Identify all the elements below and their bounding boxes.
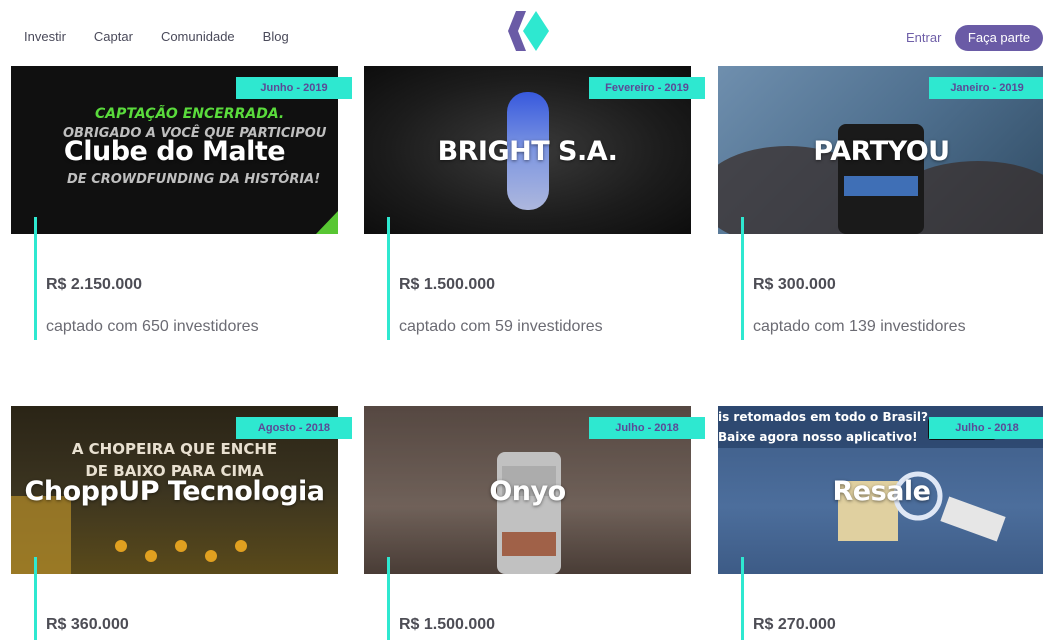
cover-text: CAPTAÇÃO ENCERRADA. <box>95 106 285 122</box>
nav-comunidade[interactable]: Comunidade <box>161 29 235 44</box>
accent-bar <box>741 557 744 640</box>
date-badge: Agosto - 2018 <box>236 417 352 439</box>
investor-count: captado com 139 investidores <box>753 318 966 335</box>
campaign-card[interactable]: BRIGHT S.A. Fevereiro - 2019 R$ 1.500.00… <box>364 66 705 356</box>
campaign-card[interactable]: is retomados em todo o Brasil? Baixe ago… <box>718 406 1043 640</box>
investor-count: captado com 650 investidores <box>46 318 259 335</box>
campaign-card[interactable]: CAPTAÇÃO ENCERRADA. OBRIGADO A VOCÊ QUE … <box>11 66 352 356</box>
date-badge: Fevereiro - 2019 <box>589 77 705 99</box>
accent-bar <box>34 557 37 640</box>
accent-bar <box>387 557 390 640</box>
date-badge: Julho - 2018 <box>589 417 705 439</box>
cover-text: is retomados em todo o Brasil? <box>718 410 928 424</box>
amount-raised: R$ 1.500.000 <box>399 616 496 633</box>
accent-bar <box>741 217 744 340</box>
top-header: Investir Captar Comunidade Blog Entrar F… <box>0 0 1043 66</box>
amount-raised: R$ 1.500.000 <box>399 276 496 293</box>
campaign-card[interactable]: Onyo Julho - 2018 R$ 1.500.000 <box>364 406 705 640</box>
campaign-card[interactable]: A CHOPEIRA QUE ENCHE DE BAIXO PARA CIMA … <box>11 406 352 640</box>
accent-bar <box>34 217 37 340</box>
cover-text: Baixe agora nosso aplicativo! <box>718 430 918 444</box>
signin-link[interactable]: Entrar <box>906 30 941 45</box>
nav-investir[interactable]: Investir <box>24 29 66 44</box>
amount-raised: R$ 360.000 <box>46 616 129 633</box>
cover-text: DE CROWDFUNDING DA HISTÓRIA! <box>67 172 321 187</box>
brand-logo[interactable] <box>506 10 552 52</box>
campaign-name: Onyo <box>489 476 566 507</box>
amount-raised: R$ 300.000 <box>753 276 836 293</box>
join-button[interactable]: Faça parte <box>955 25 1043 51</box>
campaign-name: ChoppUP Tecnologia <box>24 476 325 507</box>
nav-blog[interactable]: Blog <box>263 29 289 44</box>
campaign-name: PARTYOU <box>813 136 950 167</box>
investor-count: captado com 59 investidores <box>399 318 603 335</box>
date-badge: Junho - 2019 <box>236 77 352 99</box>
main-nav: Investir Captar Comunidade Blog <box>24 29 317 44</box>
amount-raised: R$ 270.000 <box>753 616 836 633</box>
campaign-name: BRIGHT S.A. <box>437 136 618 167</box>
campaign-card[interactable]: PARTYOU Janeiro - 2019 R$ 300.000 captad… <box>718 66 1043 356</box>
date-badge: Janeiro - 2019 <box>929 77 1043 99</box>
date-badge: Julho - 2018 <box>929 417 1043 439</box>
cover-text: A CHOPEIRA QUE ENCHE <box>71 440 278 458</box>
accent-bar <box>387 217 390 340</box>
amount-raised: R$ 2.150.000 <box>46 276 143 293</box>
nav-captar[interactable]: Captar <box>94 29 133 44</box>
campaign-name: Resale <box>832 476 931 507</box>
campaign-name: Clube do Malte <box>63 136 286 167</box>
logo-icon <box>508 11 549 51</box>
